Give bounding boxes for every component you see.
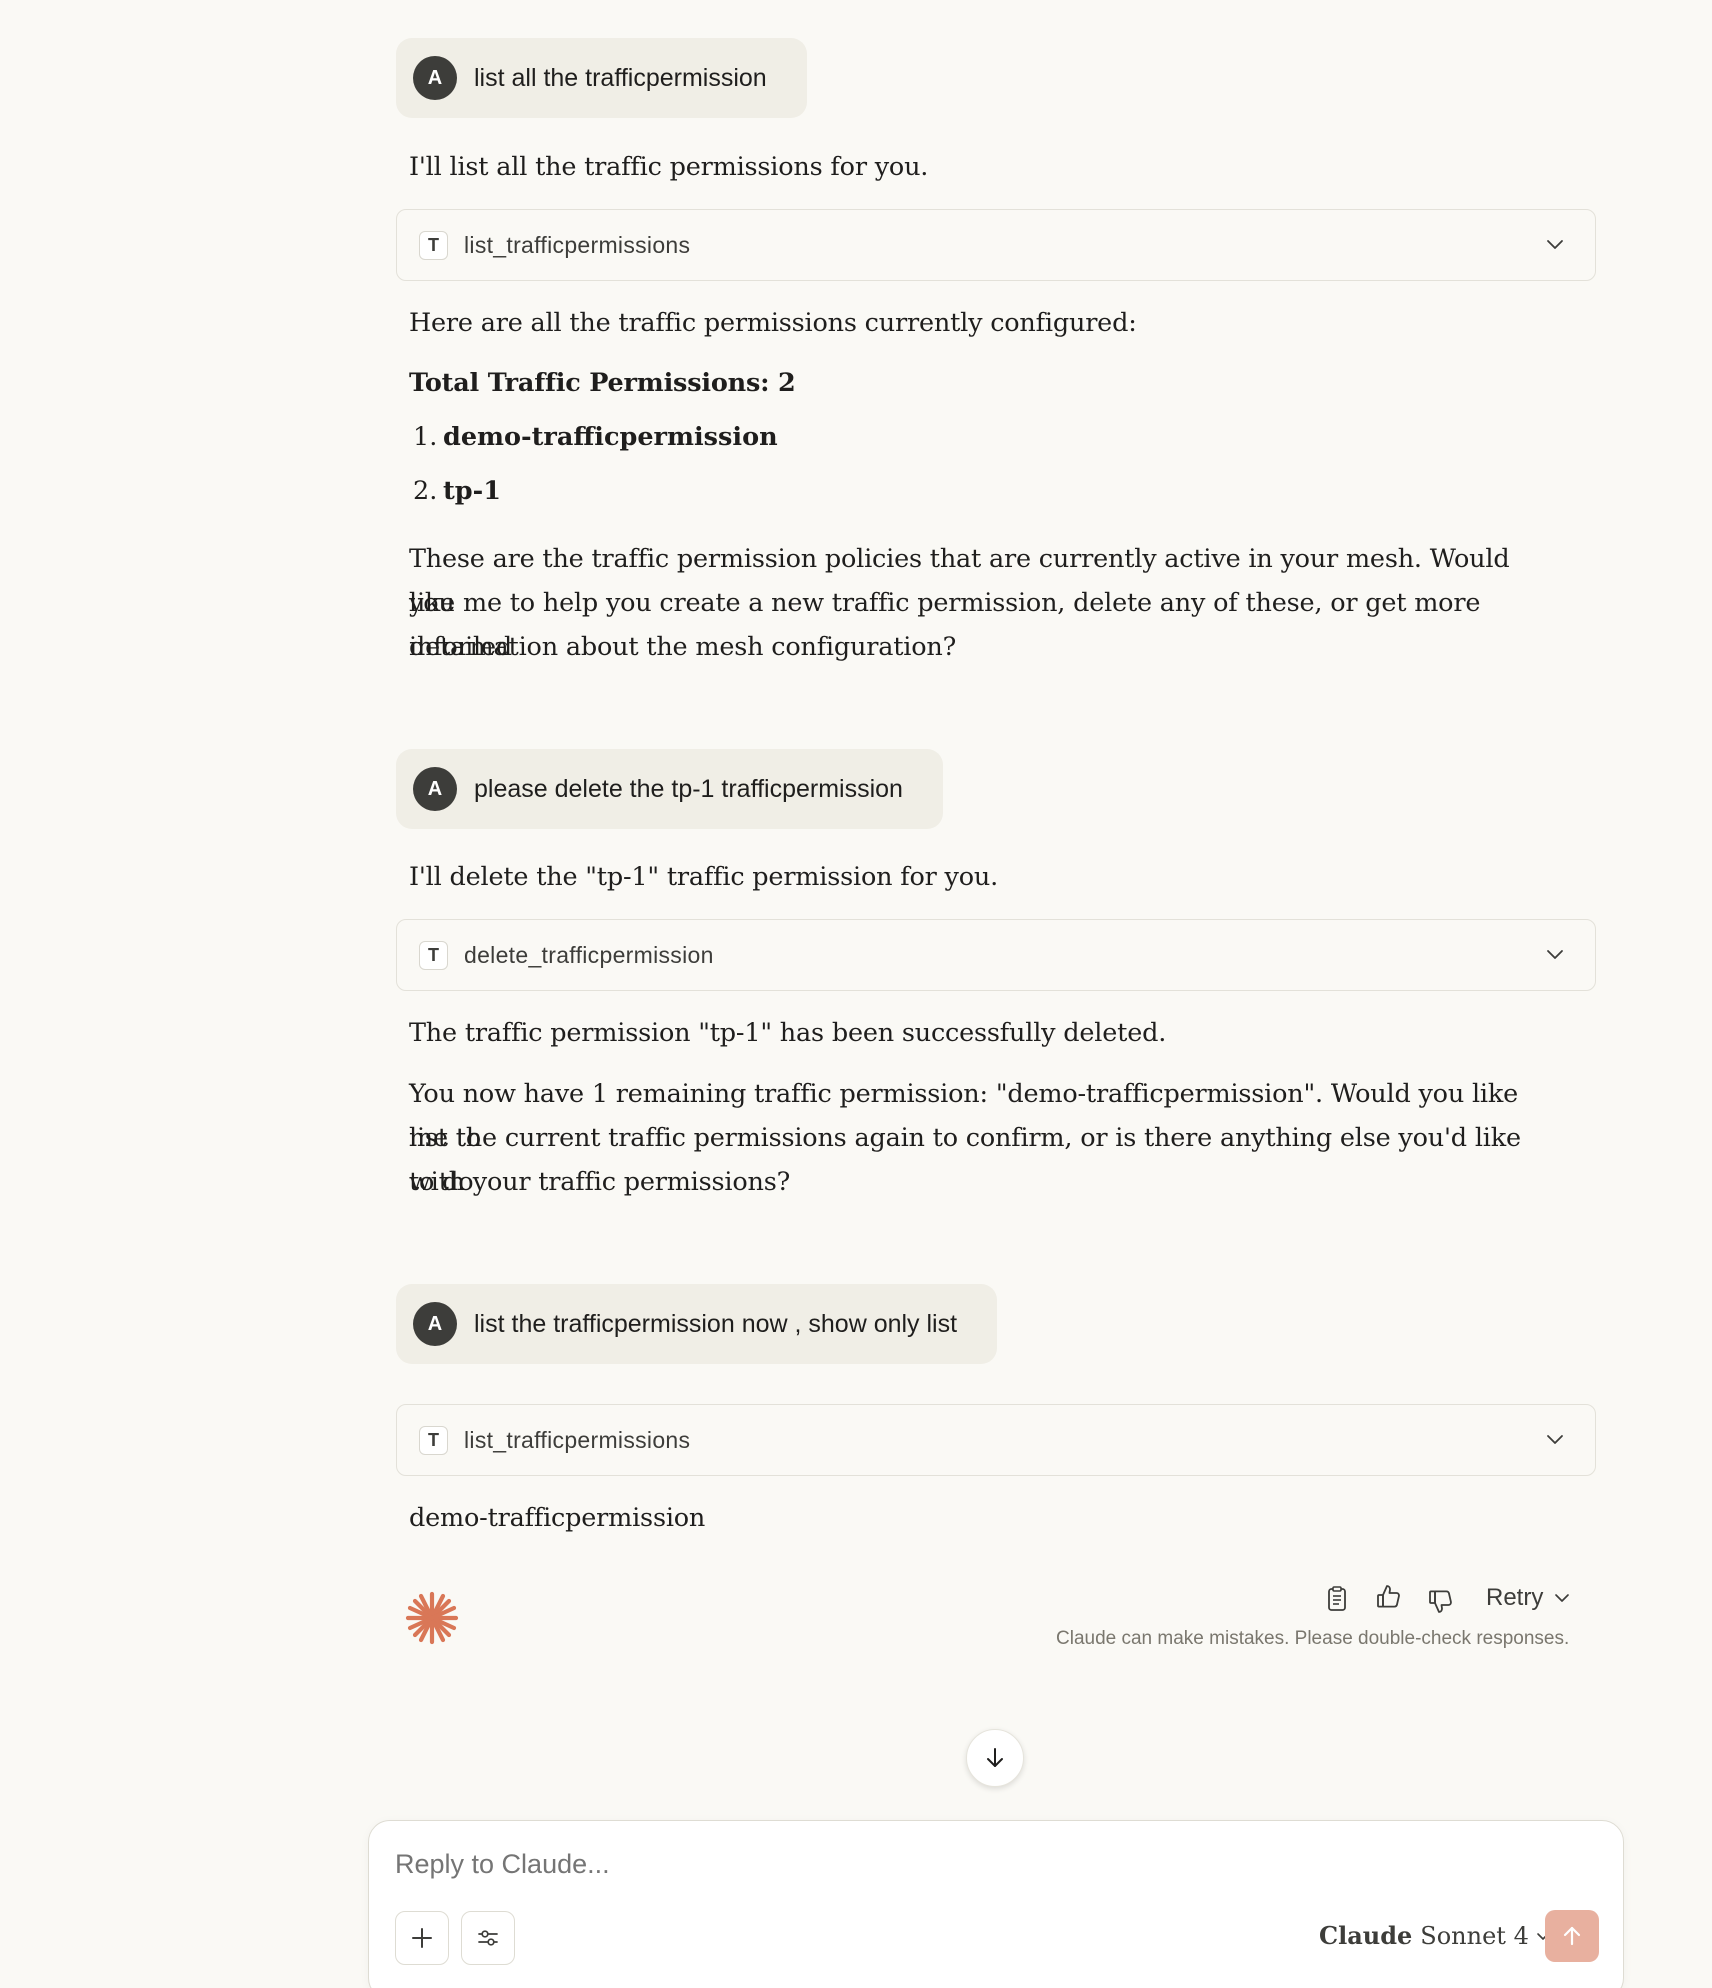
copy-icon[interactable] [1322,1584,1352,1614]
assistant-result: demo-trafficpermission [409,1503,706,1533]
list-item: 2. tp-1 [413,476,501,506]
user-message-bubble: A list all the trafficpermission [396,38,807,118]
retry-button[interactable]: Retry [1486,1584,1571,1612]
send-button[interactable] [1545,1910,1599,1962]
user-avatar: A [413,56,457,100]
assistant-intro: I'll list all the traffic permissions fo… [409,152,929,182]
user-avatar: A [413,767,457,811]
list-number: 2. [413,476,438,506]
thumbs-up-icon[interactable] [1374,1582,1404,1612]
list-label: demo-trafficpermission [443,422,778,452]
tool-call-list[interactable]: T list_trafficpermissions [396,209,1596,281]
chevron-down-icon [1555,1594,1570,1602]
assistant-paragraph: Here are all the traffic permissions cur… [409,308,1137,338]
retry-label: Retry [1486,1584,1544,1611]
reply-input[interactable] [395,1849,1395,1880]
tool-call-delete[interactable]: T delete_trafficpermission [396,919,1596,991]
claude-logo-icon [405,1591,459,1645]
tool-icon: T [419,940,448,970]
tools-settings-button[interactable] [461,1911,515,1965]
tool-icon: T [419,230,448,260]
assistant-intro: I'll delete the "tp-1" traffic permissio… [409,862,999,892]
user-message-bubble: A list the trafficpermission now , show … [396,1284,998,1364]
user-avatar: A [413,1302,457,1346]
plus-icon [412,1928,432,1948]
chevron-down-icon[interactable] [1545,1429,1565,1449]
chevron-down-icon[interactable] [1545,944,1565,964]
arrow-down-icon [987,1748,1003,1767]
tool-icon: T [419,1425,448,1455]
model-brand: Claude [1319,1921,1413,1950]
sliders-icon [478,1930,498,1946]
total-count: Total Traffic Permissions: 2 [409,368,796,398]
user-message-bubble: A please delete the tp-1 trafficpermissi… [396,749,943,829]
list-label: tp-1 [443,476,501,506]
model-name: Sonnet 4 [1420,1921,1529,1950]
tool-call-list[interactable]: T list_trafficpermissions [396,1404,1596,1476]
user-message-text: list the trafficpermission now , show on… [474,1309,958,1338]
assistant-paragraph-line: with your traffic permissions? [409,1167,791,1197]
disclaimer-text: Claude can make mistakes. Please double-… [1056,1628,1570,1649]
tool-name: list_trafficpermissions [464,231,691,258]
user-message-text: please delete the tp-1 trafficpermission [474,774,903,803]
assistant-paragraph: The traffic permission "tp-1" has been s… [409,1018,1167,1048]
thumbs-down-icon[interactable] [1426,1586,1456,1616]
user-message-text: list all the trafficpermission [474,63,767,92]
chat-page: A list all the trafficpermission I'll li… [0,0,1712,1988]
list-item: 1. demo-trafficpermission [413,422,778,452]
assistant-paragraph-line: information about the mesh configuration… [409,632,957,662]
composer: Claude Sonnet 4 [368,1820,1624,1988]
model-selector[interactable]: Claude Sonnet 4 [1319,1921,1551,1950]
tool-name: list_trafficpermissions [464,1426,691,1453]
add-attachment-button[interactable] [395,1911,449,1965]
scroll-to-bottom-button[interactable] [966,1729,1024,1787]
tool-name: delete_trafficpermission [464,941,714,968]
chevron-down-icon[interactable] [1545,234,1565,254]
arrow-up-icon [1563,1926,1581,1946]
list-number: 1. [413,422,438,452]
